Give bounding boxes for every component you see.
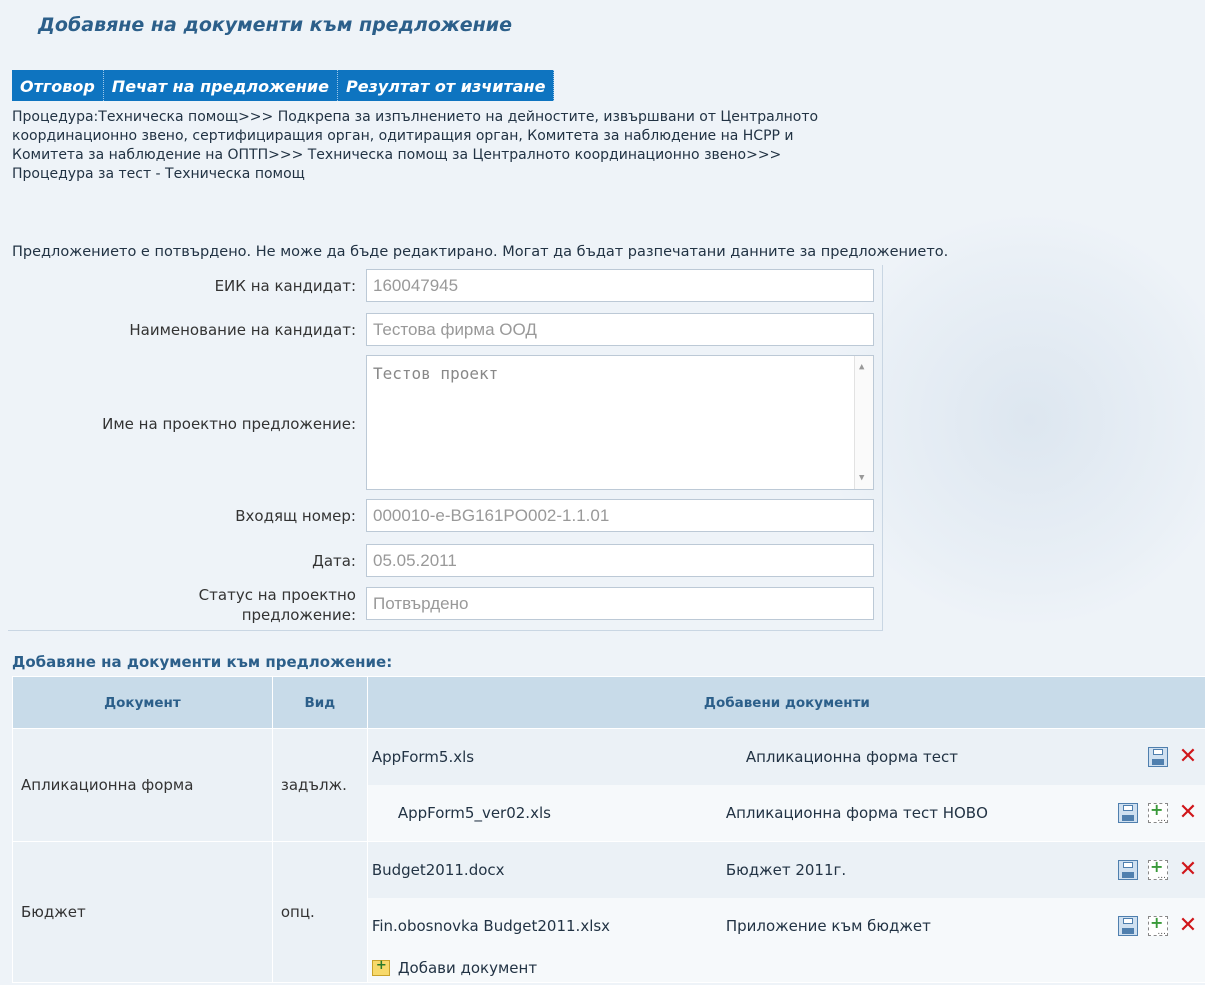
file-actions: +... ✕	[1118, 857, 1198, 881]
documents-section-title: Добавяне на документи към предложение:	[12, 653, 393, 671]
incoming-number-label: Входящ номер:	[235, 507, 356, 525]
delete-icon[interactable]: ✕	[1178, 859, 1198, 881]
add-document-row[interactable]: Добави документ	[367, 954, 1205, 982]
scroll-down-icon[interactable]: ▼	[859, 473, 864, 483]
add-version-icon[interactable]: +...	[1148, 857, 1168, 881]
table-row: Бюджет опц. Budget2011.docx Бюджет 2011г…	[12, 841, 1205, 983]
add-document-link[interactable]: Добави документ	[398, 959, 537, 977]
textarea-scrollbar[interactable]: ▲ ▼	[854, 356, 873, 489]
add-version-icon[interactable]: +...	[1148, 913, 1168, 937]
added-documents-cell: AppForm5.xls Апликационна форма тест ✕ A…	[366, 728, 1205, 842]
save-icon[interactable]	[1118, 916, 1138, 936]
date-field[interactable]: 05.05.2011	[366, 544, 874, 577]
add-document-icon[interactable]	[371, 958, 390, 976]
proposal-form: ЕИК на кандидат: 160047945 Наименование …	[8, 265, 883, 631]
file-name[interactable]: Budget2011.docx	[372, 861, 505, 879]
header-document: Документ	[12, 676, 273, 729]
delete-icon[interactable]: ✕	[1178, 746, 1198, 768]
tab-print-proposal[interactable]: Печат на предложение	[104, 70, 338, 101]
file-actions: ✕	[1148, 746, 1198, 768]
status-field[interactable]: Потвърдено	[366, 587, 874, 620]
documents-table: Документ Вид Добавени документи Апликаци…	[12, 676, 1205, 983]
add-version-icon[interactable]: +...	[1148, 800, 1168, 824]
form-row-status: Статус на проектно предложение: Потвърде…	[8, 585, 882, 630]
document-type-cell: Апликационна форма	[12, 728, 273, 842]
date-label: Дата:	[312, 552, 356, 570]
project-name-label: Име на проектно предложение:	[102, 415, 356, 433]
added-documents-cell: Budget2011.docx Бюджет 2011г. +... ✕ Fin…	[366, 841, 1205, 983]
procedure-path: Процедура:Техническа помощ>>> Подкрепа з…	[12, 109, 819, 182]
file-row: AppForm5_ver02.xls Апликационна форма те…	[367, 785, 1205, 841]
file-actions: +... ✕	[1118, 800, 1198, 824]
form-row-incoming-number: Входящ номер: 000010-e-BG161PO002-1.1.01	[8, 497, 882, 532]
file-description: Апликационна форма тест	[745, 748, 958, 766]
form-row-project-name: Име на проектно предложение: Тестов прое…	[8, 265, 882, 495]
file-description: Приложение към бюджет	[725, 917, 931, 935]
document-kind-cell: задълж.	[271, 728, 368, 842]
delete-icon[interactable]: ✕	[1178, 802, 1198, 824]
tab-answer[interactable]: Отговор	[12, 70, 104, 101]
file-name[interactable]: AppForm5_ver02.xls	[398, 804, 551, 822]
file-description: Апликационна форма тест НОВО	[725, 804, 988, 822]
project-name-value: Тестов проект	[373, 364, 499, 383]
save-icon[interactable]	[1148, 747, 1168, 767]
file-row: Fin.obosnovka Budget2011.xlsx Приложение…	[367, 898, 1205, 954]
save-icon[interactable]	[1118, 860, 1138, 880]
tab-bar: Отговор Печат на предложение Резултат от…	[12, 70, 555, 101]
status-label-line2: предложение:	[241, 606, 356, 624]
project-name-textarea[interactable]: Тестов проект ▲ ▼	[366, 355, 874, 490]
file-row: AppForm5.xls Апликационна форма тест ✕	[367, 729, 1205, 785]
file-name[interactable]: Fin.obosnovka Budget2011.xlsx	[372, 917, 610, 935]
status-label: Статус на проектно предложение:	[199, 585, 356, 625]
scroll-up-icon[interactable]: ▲	[859, 362, 864, 372]
document-kind-cell: опц.	[271, 841, 368, 983]
page-title: Добавяне на документи към предложение	[38, 14, 513, 36]
save-icon[interactable]	[1118, 803, 1138, 823]
document-type-cell: Бюджет	[12, 841, 273, 983]
status-label-line1: Статус на проектно	[198, 586, 356, 604]
file-actions: +... ✕	[1118, 913, 1198, 937]
table-row: Апликационна форма задълж. AppForm5.xls …	[12, 728, 1205, 842]
form-row-date: Дата: 05.05.2011	[8, 542, 882, 577]
header-kind: Вид	[271, 676, 368, 729]
header-added-documents: Добавени документи	[366, 676, 1205, 729]
file-name[interactable]: AppForm5.xls	[372, 748, 474, 766]
file-row: Budget2011.docx Бюджет 2011г. +... ✕	[367, 842, 1205, 898]
file-description: Бюджет 2011г.	[725, 861, 847, 879]
confirmation-notice: Предложението е потвърдено. Не може да б…	[12, 244, 949, 260]
tab-reading-result[interactable]: Резултат от изчитане	[338, 70, 555, 101]
incoming-number-field[interactable]: 000010-e-BG161PO002-1.1.01	[366, 499, 874, 532]
delete-icon[interactable]: ✕	[1178, 915, 1198, 937]
table-header-row: Документ Вид Добавени документи	[12, 676, 1205, 729]
